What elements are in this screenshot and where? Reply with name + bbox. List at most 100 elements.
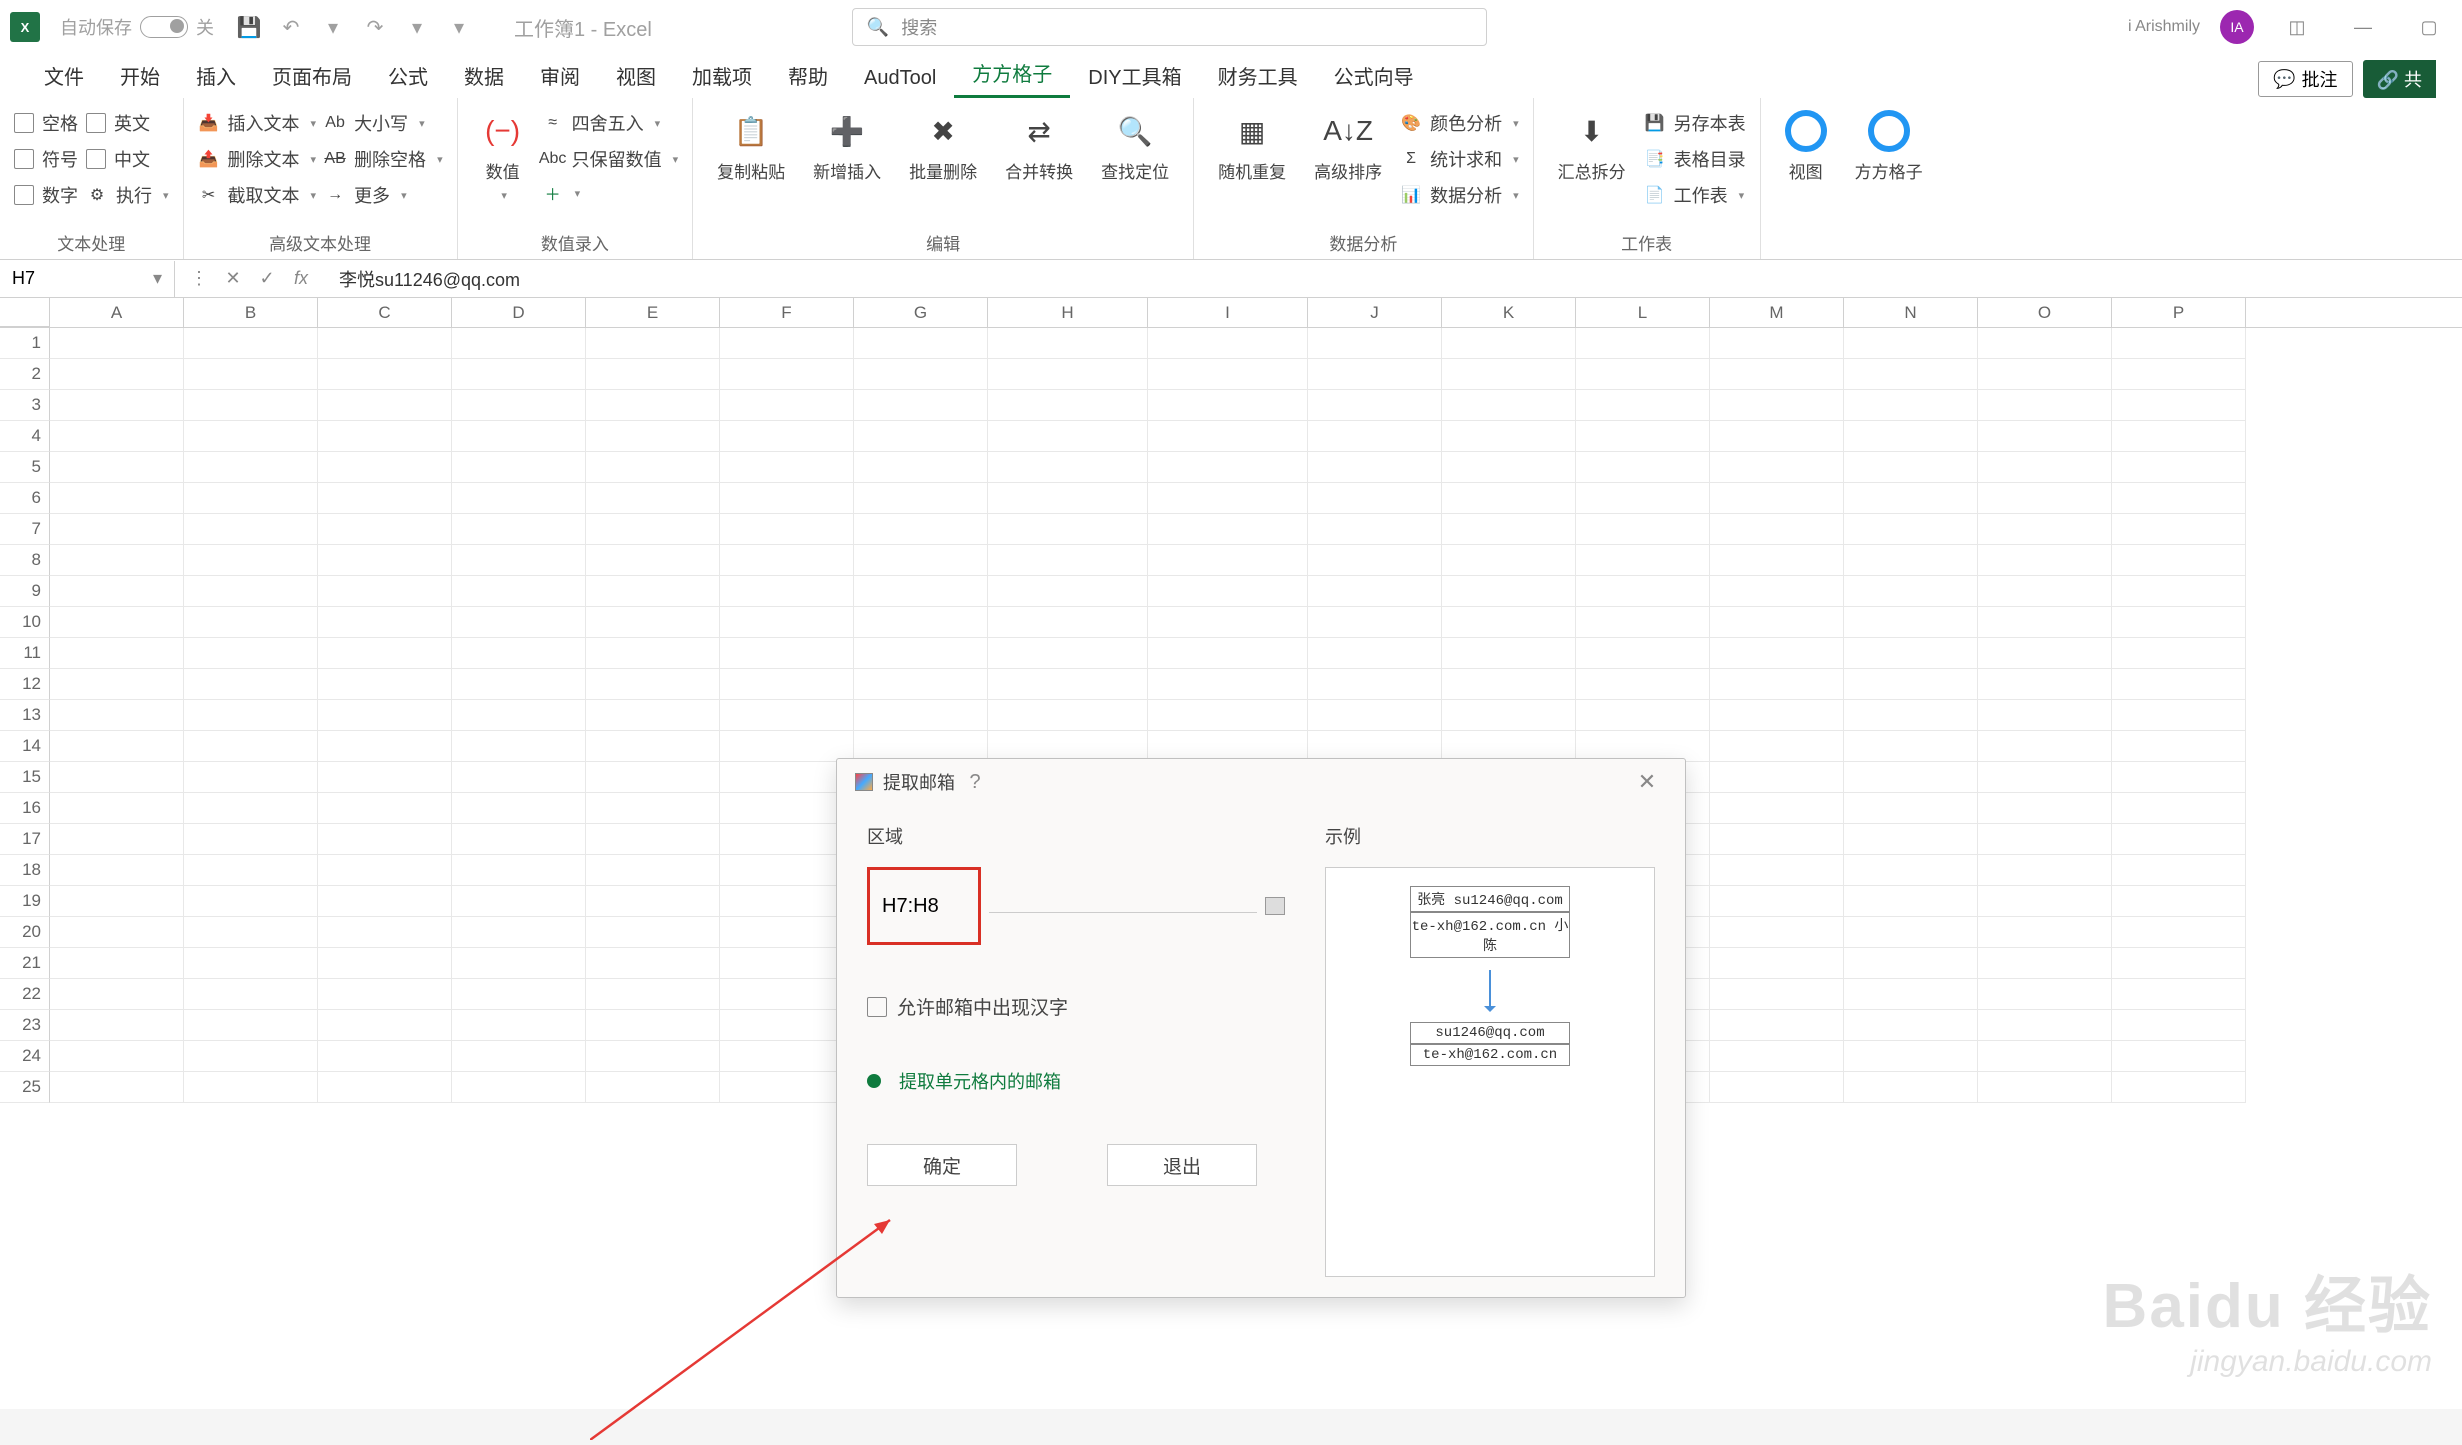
cell[interactable]	[1442, 638, 1576, 669]
cell[interactable]	[318, 886, 452, 917]
cell[interactable]	[1710, 1072, 1844, 1103]
cell[interactable]	[318, 483, 452, 514]
cell[interactable]	[50, 359, 184, 390]
cell[interactable]	[1710, 979, 1844, 1010]
btn-toc[interactable]: 📑表格目录	[1644, 146, 1746, 172]
cell[interactable]	[1844, 483, 1978, 514]
cell[interactable]	[452, 979, 586, 1010]
cell[interactable]	[1844, 793, 1978, 824]
cell[interactable]	[1844, 1010, 1978, 1041]
cell[interactable]	[988, 514, 1148, 545]
cell[interactable]	[988, 700, 1148, 731]
cell[interactable]	[854, 514, 988, 545]
row-header[interactable]: 11	[0, 638, 50, 669]
save-icon[interactable]: 💾	[234, 12, 264, 42]
cell[interactable]	[1308, 359, 1442, 390]
cell[interactable]	[586, 483, 720, 514]
cell[interactable]	[2112, 545, 2246, 576]
cell[interactable]	[1710, 762, 1844, 793]
cell[interactable]	[854, 607, 988, 638]
cell[interactable]	[2112, 855, 2246, 886]
col-header[interactable]: B	[184, 298, 318, 327]
cell[interactable]	[318, 359, 452, 390]
cell[interactable]	[184, 762, 318, 793]
cell[interactable]	[1710, 917, 1844, 948]
cell[interactable]	[1148, 421, 1308, 452]
customize-icon[interactable]: ▾	[444, 12, 474, 42]
col-header[interactable]: F	[720, 298, 854, 327]
cell[interactable]	[184, 948, 318, 979]
chk-number[interactable]: 数字	[14, 182, 78, 208]
cell[interactable]	[586, 824, 720, 855]
cell[interactable]	[720, 576, 854, 607]
btn-shuffle[interactable]: ▦随机重复	[1208, 104, 1296, 226]
cell[interactable]	[1148, 452, 1308, 483]
cell[interactable]	[1148, 669, 1308, 700]
cell[interactable]	[1978, 1010, 2112, 1041]
cell[interactable]	[318, 328, 452, 359]
cell[interactable]	[318, 979, 452, 1010]
cell[interactable]	[318, 824, 452, 855]
btn-keeponly[interactable]: Abc只保留数值▾	[542, 146, 679, 172]
cell[interactable]	[720, 390, 854, 421]
cell[interactable]	[1844, 545, 1978, 576]
cell[interactable]	[318, 421, 452, 452]
cell[interactable]	[1148, 328, 1308, 359]
cell[interactable]	[452, 855, 586, 886]
cell[interactable]	[1148, 359, 1308, 390]
btn-round[interactable]: ≈四舍五入▾	[542, 110, 679, 136]
cell[interactable]	[854, 545, 988, 576]
cell[interactable]	[586, 638, 720, 669]
chk-symbol[interactable]: 符号	[14, 146, 78, 172]
cell[interactable]	[50, 731, 184, 762]
cell[interactable]	[1710, 948, 1844, 979]
cell[interactable]	[318, 390, 452, 421]
cell[interactable]	[50, 793, 184, 824]
cell[interactable]	[854, 576, 988, 607]
cell[interactable]	[720, 886, 854, 917]
cell[interactable]	[988, 607, 1148, 638]
search-input[interactable]: 🔍 搜索	[852, 8, 1487, 46]
cell[interactable]	[50, 917, 184, 948]
row-header[interactable]: 10	[0, 607, 50, 638]
cell[interactable]	[1308, 421, 1442, 452]
cell[interactable]	[586, 669, 720, 700]
cancel-icon[interactable]: ✕	[219, 268, 247, 289]
cell[interactable]	[318, 948, 452, 979]
confirm-icon[interactable]: ✓	[253, 268, 281, 289]
cell[interactable]	[1308, 483, 1442, 514]
range-input[interactable]	[989, 900, 1257, 913]
cell[interactable]	[452, 669, 586, 700]
col-header[interactable]: N	[1844, 298, 1978, 327]
btn-insert-text[interactable]: 📥插入文本▾	[198, 110, 317, 136]
cell[interactable]	[586, 452, 720, 483]
cell[interactable]	[184, 824, 318, 855]
cell[interactable]	[1844, 576, 1978, 607]
cell[interactable]	[586, 793, 720, 824]
cell[interactable]	[988, 576, 1148, 607]
cell[interactable]	[720, 762, 854, 793]
cell[interactable]	[988, 328, 1148, 359]
cell[interactable]	[2112, 607, 2246, 638]
cell[interactable]	[452, 545, 586, 576]
cell[interactable]	[452, 359, 586, 390]
cell[interactable]	[1148, 483, 1308, 514]
toggle-icon[interactable]	[140, 16, 188, 38]
cell[interactable]	[1576, 638, 1710, 669]
cell[interactable]	[50, 452, 184, 483]
cell[interactable]	[586, 1010, 720, 1041]
cell[interactable]	[2112, 700, 2246, 731]
cell[interactable]	[1978, 328, 2112, 359]
cell[interactable]	[2112, 886, 2246, 917]
cell[interactable]	[1844, 390, 1978, 421]
cell[interactable]	[988, 669, 1148, 700]
cell[interactable]	[1978, 576, 2112, 607]
cell[interactable]	[854, 421, 988, 452]
range-input-value[interactable]: H7:H8	[870, 895, 939, 918]
tab-diy[interactable]: DIY工具箱	[1070, 53, 1199, 98]
row-header[interactable]: 3	[0, 390, 50, 421]
allow-cn-checkbox[interactable]: 允许邮箱中出现汉字	[867, 993, 1285, 1020]
user-name[interactable]: i Arishmily	[2128, 18, 2200, 36]
cell[interactable]	[184, 638, 318, 669]
cell[interactable]	[318, 638, 452, 669]
